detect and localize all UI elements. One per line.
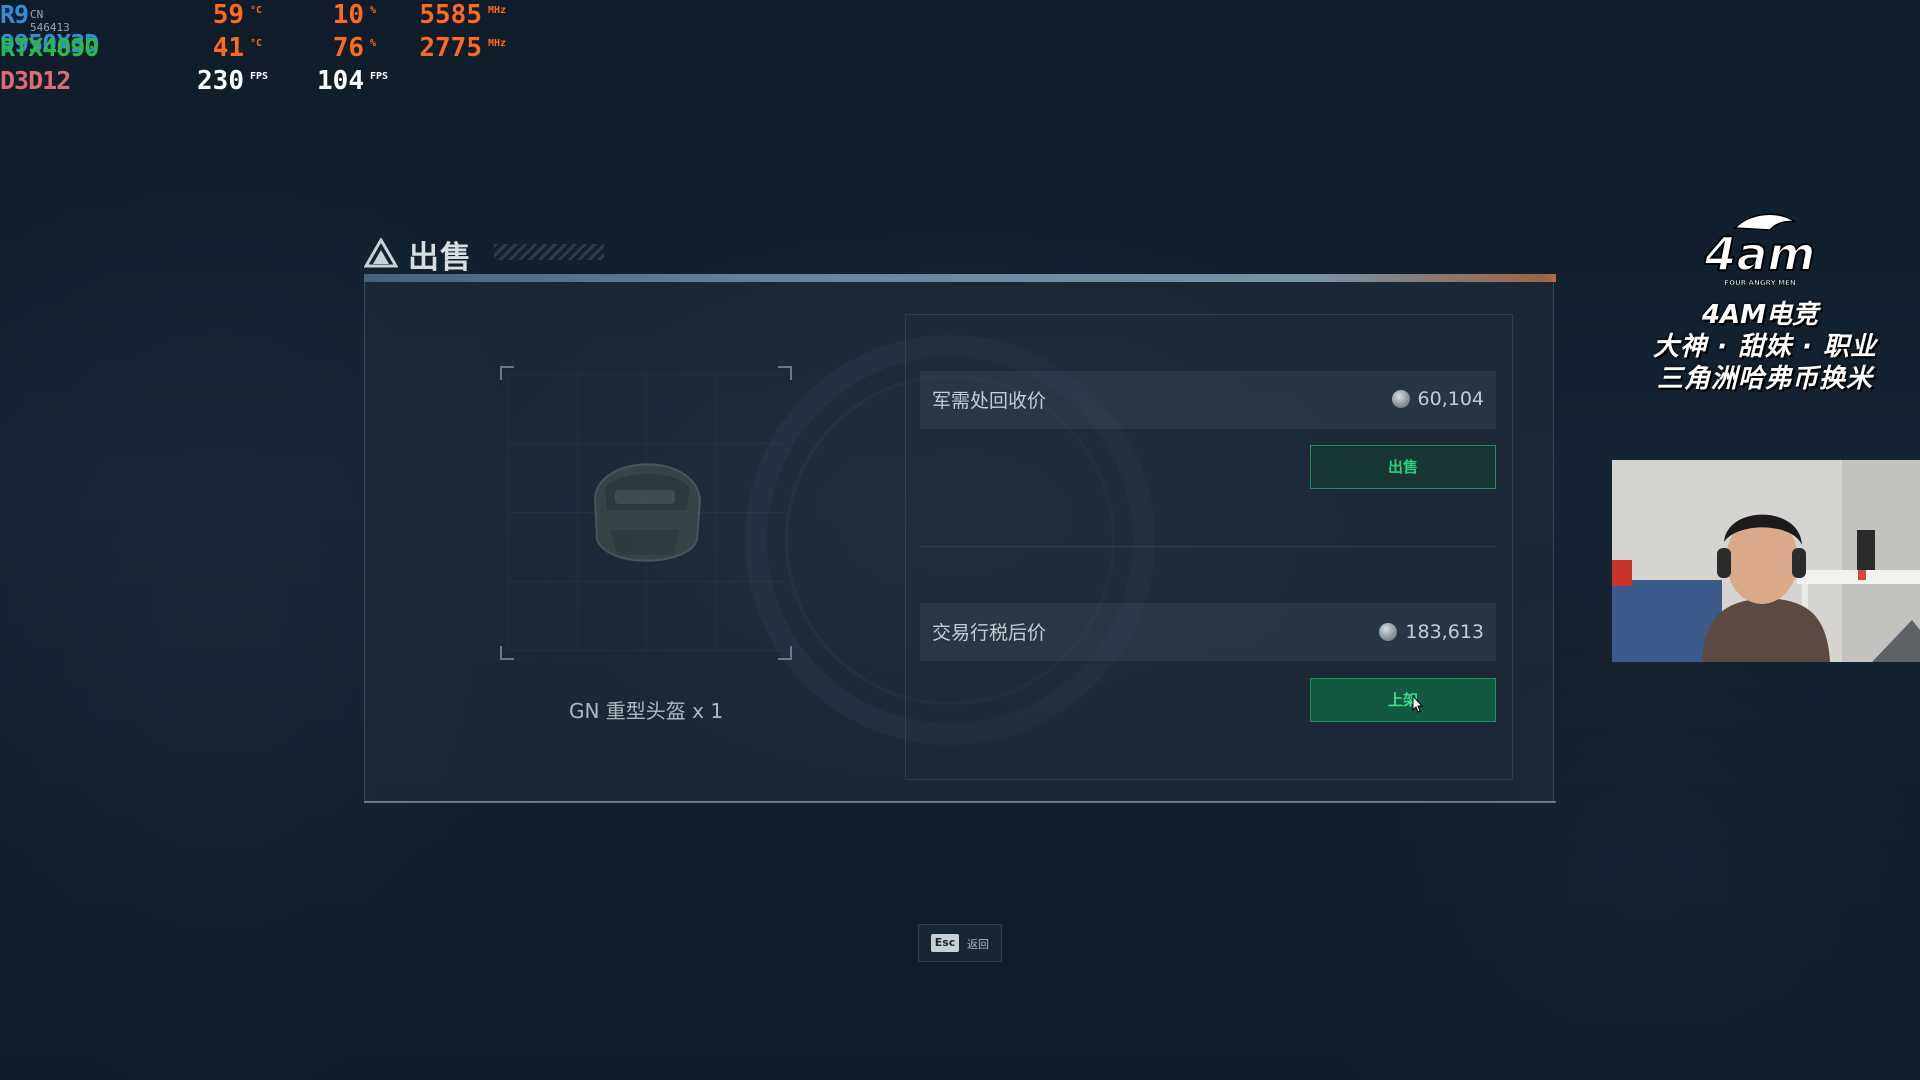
- logo-text: 4am: [1704, 227, 1816, 281]
- cpu-clock: 5585: [419, 0, 482, 30]
- esc-key-badge: Esc: [931, 934, 959, 952]
- streamer-webcam: [1612, 460, 1920, 662]
- fps-value: 230: [197, 66, 244, 96]
- cpu-extra: CN 546413: [30, 8, 70, 34]
- coin-icon: [1379, 623, 1398, 641]
- gpu-label: RTX4090: [0, 33, 99, 62]
- frame-corner-bl: [500, 646, 514, 660]
- trade-price: 183,613: [1405, 621, 1484, 643]
- helmet-icon: [593, 463, 702, 562]
- cpu-load-unit: %: [370, 5, 377, 16]
- recycle-price-label: 军需处回收价: [932, 390, 1047, 412]
- back-label: 返回: [967, 938, 989, 951]
- cpu-load: 10: [332, 0, 364, 30]
- 4am-logo: 4am FOUR ANGRY MEN: [1703, 213, 1816, 287]
- recycle-price: 60,104: [1417, 388, 1484, 410]
- gpu-load: 76: [332, 33, 364, 63]
- back-hint-button[interactable]: Esc 返回: [918, 924, 1002, 962]
- sell-button[interactable]: 出售: [1310, 445, 1496, 489]
- gpu-clock-unit: MHz: [488, 38, 507, 49]
- dialog-title: 出售: [408, 240, 472, 276]
- warning-triangle-icon: [364, 238, 398, 268]
- section-divider: [920, 546, 1496, 547]
- logo-subtext: FOUR ANGRY MEN: [1724, 279, 1796, 287]
- title-accent-bar: [364, 274, 1556, 282]
- fps-unit: FPS: [250, 71, 269, 82]
- api-label: D3D12: [0, 66, 71, 95]
- cpu-temp: 59: [212, 0, 244, 30]
- item-name: GN 重型头盔 x 1: [568, 699, 724, 723]
- tagline-2: 三角洲哈弗币换米: [1656, 364, 1873, 394]
- coin-icon: [1391, 390, 1410, 408]
- trade-price-value: 183,613: [1379, 621, 1484, 643]
- list-on-market-button[interactable]: 上架: [1310, 678, 1496, 722]
- mouse-cursor-icon: [1412, 695, 1424, 713]
- recycle-price-value: 60,104: [1391, 388, 1484, 410]
- cpu-temp-unit: °C: [250, 5, 263, 16]
- frame-corner-br: [778, 646, 792, 660]
- frame-corner-tl: [500, 366, 514, 380]
- cpu-clock-unit: MHz: [488, 5, 507, 16]
- title-decoration: [494, 244, 604, 260]
- gpu-clock: 2775: [419, 33, 482, 63]
- fps-low-value: 104: [317, 66, 364, 96]
- trade-price-label: 交易行税后价: [932, 622, 1047, 644]
- webcam-feed: [1612, 460, 1920, 662]
- sell-dialog-header: 出售: [364, 228, 604, 276]
- gpu-temp: 41: [212, 33, 244, 63]
- gpu-load-unit: %: [370, 38, 377, 49]
- frame-corner-tr: [778, 366, 792, 380]
- dialog-bottom-edge: [364, 801, 1556, 803]
- fps-low-unit: FPS: [370, 71, 389, 82]
- gpu-temp-unit: °C: [250, 38, 263, 49]
